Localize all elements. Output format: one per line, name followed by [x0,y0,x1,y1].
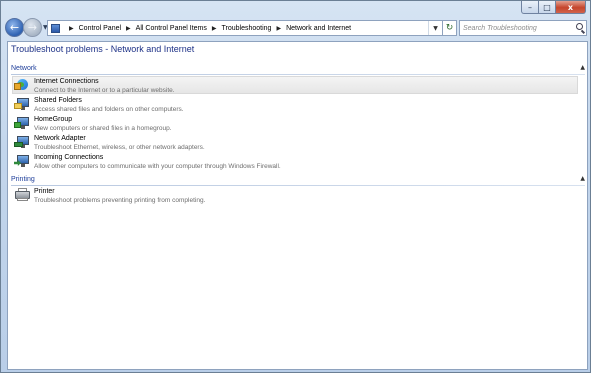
internet-connections-icon [14,78,30,92]
group-header-printing[interactable]: Printing ▲ [11,175,585,186]
explorer-window: – □ x ← → ▼ ▶ Control Panel ▶ All Contro… [0,0,591,373]
troubleshooter-shared-folders[interactable]: Shared Folders Access shared files and f… [13,96,577,114]
item-title: Printer [34,188,55,195]
item-description: View computers or shared files in a home… [34,124,172,132]
address-bar-end: ▼ [428,21,442,35]
search-icon[interactable] [576,23,583,30]
item-text: Incoming Connections Allow other compute… [34,154,281,171]
breadcrumb-control-panel[interactable]: Control Panel [79,25,121,32]
address-dropdown-icon[interactable]: ▼ [428,21,442,35]
troubleshooter-homegroup[interactable]: HomeGroup View computers or shared files… [13,115,577,133]
item-description: Connect to the Internet or to a particul… [34,86,175,94]
collapse-icon[interactable]: ▲ [580,64,585,71]
item-description: Allow other computers to communicate wit… [34,162,281,170]
item-title: Internet Connections [34,78,99,85]
minimize-button[interactable]: – [521,1,539,14]
chevron-right-icon[interactable]: ▶ [212,25,217,32]
troubleshooter-printer[interactable]: Printer Troubleshoot problems preventing… [13,187,577,205]
title-bar: – □ x [1,1,590,15]
group-header-network[interactable]: Network ▲ [11,64,585,75]
item-title: Network Adapter [34,135,86,142]
page-title: Troubleshoot problems - Network and Inte… [11,44,195,54]
caption-buttons: – □ x [521,1,586,14]
chevron-right-icon[interactable]: ▶ [126,25,131,32]
collapse-icon[interactable]: ▲ [580,175,585,182]
troubleshooter-network-adapter[interactable]: Network Adapter Troubleshoot Ethernet, w… [13,134,577,152]
shared-folders-icon [14,97,30,111]
control-panel-icon [51,23,60,33]
item-description: Troubleshoot Ethernet, wireless, or othe… [34,143,205,151]
item-text: Printer Troubleshoot problems preventing… [34,188,205,205]
network-adapter-icon [14,135,30,149]
breadcrumb-troubleshooting[interactable]: Troubleshooting [222,25,272,32]
breadcrumb-network-and-internet[interactable]: Network and Internet [286,25,351,32]
item-text: Network Adapter Troubleshoot Ethernet, w… [34,135,205,152]
item-title: Shared Folders [34,97,82,104]
item-text: HomeGroup View computers or shared files… [34,116,172,133]
item-title: Incoming Connections [34,154,104,161]
group-label: Network [11,65,37,72]
group-divider [11,74,585,75]
maximize-button[interactable]: □ [539,1,556,14]
troubleshooter-incoming-connections[interactable]: Incoming Connections Allow other compute… [13,153,577,171]
navigation-bar: ← → ▼ ▶ Control Panel ▶ All Control Pane… [1,15,590,41]
search-placeholder: Search Troubleshooting [463,24,537,32]
homegroup-icon [14,116,30,130]
item-description: Troubleshoot problems preventing printin… [34,196,206,204]
group-label: Printing [11,176,35,183]
search-input[interactable]: Search Troubleshooting [459,20,587,36]
item-text: Internet Connections Connect to the Inte… [34,78,175,95]
chevron-right-icon[interactable]: ▶ [69,25,74,32]
item-description: Access shared files and folders on other… [34,105,184,113]
address-bar[interactable]: ▶ Control Panel ▶ All Control Panel Item… [47,20,443,36]
content-pane: Troubleshoot problems - Network and Inte… [7,41,588,370]
item-text: Shared Folders Access shared files and f… [34,97,184,114]
item-title: HomeGroup [34,116,73,123]
incoming-connections-icon [14,154,30,168]
chevron-right-icon[interactable]: ▶ [276,25,281,32]
close-button[interactable]: x [556,1,586,14]
refresh-button[interactable]: ↻ [443,20,457,36]
troubleshooter-internet-connections[interactable]: Internet Connections Connect to the Inte… [12,76,578,94]
printer-icon [14,188,30,202]
breadcrumb-all-control-panel-items[interactable]: All Control Panel Items [136,25,207,32]
forward-button[interactable]: → [23,18,42,37]
back-button[interactable]: ← [5,18,24,37]
group-divider [11,185,585,186]
